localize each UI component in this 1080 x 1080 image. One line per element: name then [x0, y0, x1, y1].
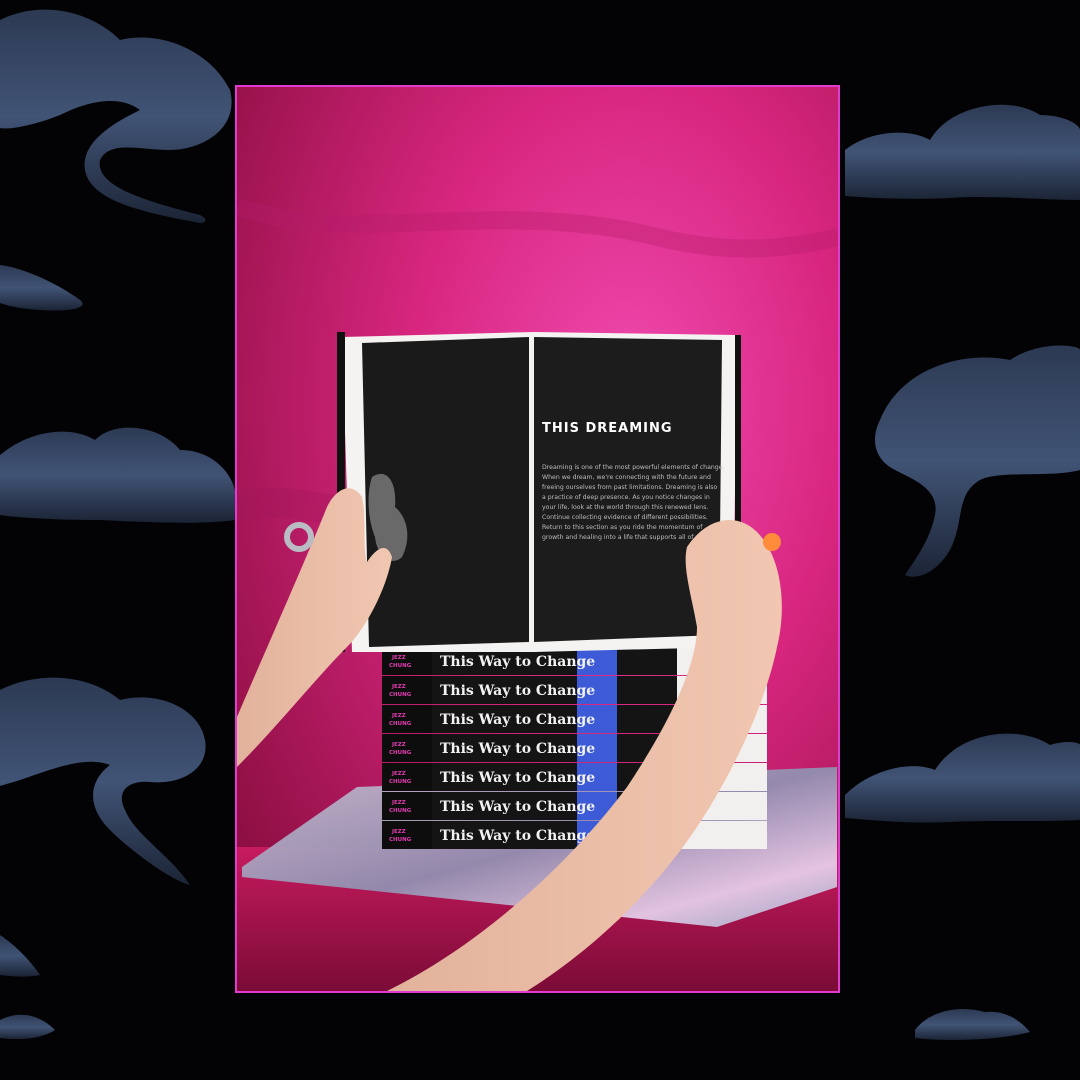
spine-author: JEZZ [391, 829, 406, 835]
body-line: freeing ourselves from past limitations.… [542, 484, 717, 491]
spine-author: JEZZ [391, 742, 406, 748]
spine-title: This Way to Change [440, 683, 595, 699]
spine-title: This Way to Change [440, 828, 595, 844]
spine-title: This Way to Change [440, 712, 595, 728]
spine-author: JEZZ [391, 800, 406, 806]
body-line: a practice of deep presence. As you noti… [542, 494, 710, 501]
body-line: your life, look at the world through thi… [542, 504, 708, 511]
spine-author: CHUNG [389, 837, 412, 843]
page-heading: THIS DREAMING [542, 421, 673, 436]
spine-author: JEZZ [391, 655, 406, 661]
spine-title: This Way to Change [440, 741, 595, 757]
spine-title: This Way to Change [440, 799, 595, 815]
spine-author: CHUNG [389, 808, 412, 814]
body-line: Continue collecting evidence of differen… [542, 514, 708, 521]
body-line: When we dream, we're connecting with the… [542, 474, 711, 481]
spine-author: CHUNG [389, 750, 412, 756]
spine-title: This Way to Change [440, 770, 595, 786]
spine-author: JEZZ [391, 684, 406, 690]
spine-author: JEZZ [391, 771, 406, 777]
spine-author: CHUNG [389, 692, 412, 698]
spine-author: CHUNG [389, 721, 412, 727]
body-line: growth and healing into a life that supp… [542, 534, 709, 541]
body-line: Dreaming is one of the most powerful ele… [542, 464, 725, 471]
spine-author: CHUNG [389, 663, 412, 669]
open-book: THIS DREAMING Dreaming is one of the mos… [337, 332, 741, 652]
spine-author: CHUNG [389, 779, 412, 785]
book-photo: This Way to Change JEZZ CHUNG This Way to … [237, 87, 838, 991]
spine-title: This Way to Change [440, 654, 595, 670]
photo-frame: This Way to Change JEZZ CHUNG This Way to … [235, 85, 840, 993]
body-line: Return to this section as you ride the m… [542, 524, 703, 531]
ring [763, 533, 781, 551]
spine-author: JEZZ [391, 713, 406, 719]
